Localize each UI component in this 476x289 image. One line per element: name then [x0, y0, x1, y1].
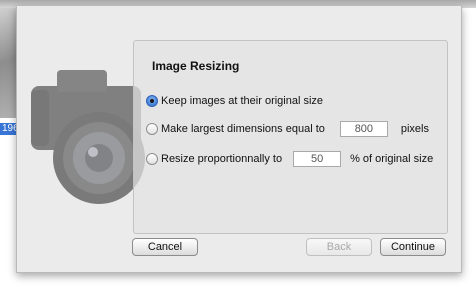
- proportional-radio[interactable]: [146, 153, 158, 165]
- keep-original-radio[interactable]: [146, 95, 158, 107]
- option-label: Make largest dimensions equal to: [161, 123, 325, 135]
- cancel-button[interactable]: Cancel: [132, 238, 198, 256]
- image-resizing-sheet: Image Resizing Keep images at their orig…: [16, 6, 462, 273]
- resize-options-panel: Image Resizing Keep images at their orig…: [133, 40, 448, 234]
- largest-dimension-input[interactable]: 800: [339, 121, 388, 137]
- option-proportional[interactable]: Resize proportionnally to 50 % of origin…: [146, 151, 433, 167]
- pixels-unit-label: pixels: [400, 123, 429, 135]
- camera-illustration-icon: [31, 70, 145, 204]
- back-button[interactable]: Back: [306, 238, 372, 256]
- proportional-percent-input[interactable]: 50: [293, 151, 342, 167]
- option-label: Keep images at their original size: [161, 95, 324, 107]
- largest-dimension-radio[interactable]: [146, 123, 158, 135]
- option-largest-dimension[interactable]: Make largest dimensions equal to 800 pix…: [146, 121, 429, 137]
- panel-title: Image Resizing: [152, 59, 240, 73]
- option-label: Resize proportionnally to: [161, 153, 283, 165]
- percent-unit-label: % of original size: [350, 153, 434, 165]
- continue-button[interactable]: Continue: [380, 238, 446, 256]
- option-keep-original[interactable]: Keep images at their original size: [146, 93, 323, 109]
